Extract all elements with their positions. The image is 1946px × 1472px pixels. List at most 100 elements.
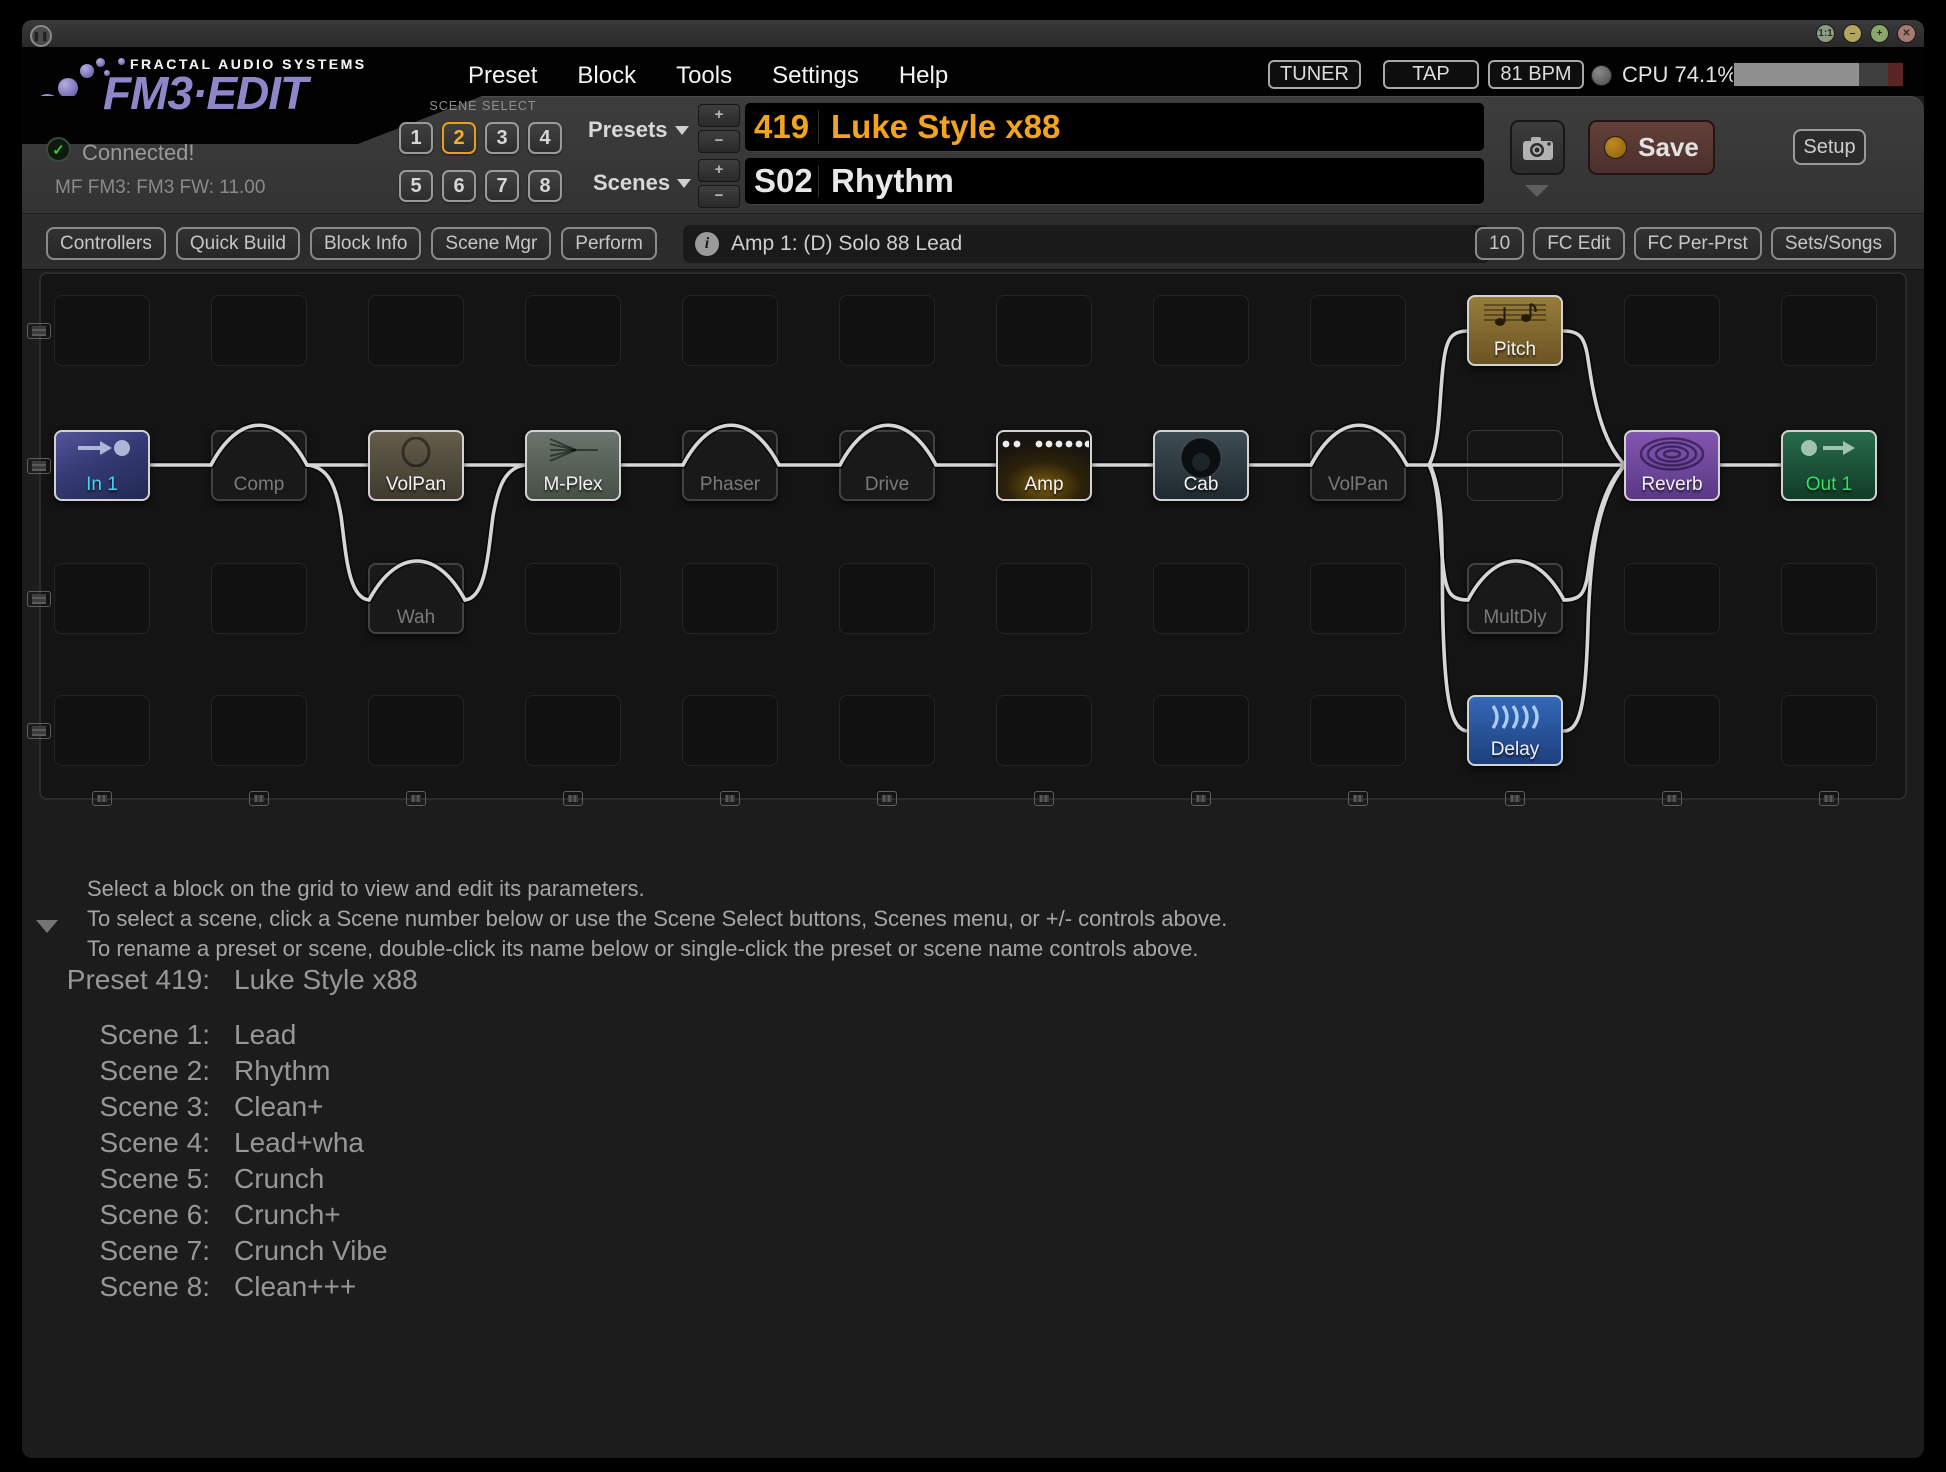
preset-overview-label: Preset 419: bbox=[55, 964, 210, 996]
block-amp[interactable]: Amp bbox=[996, 430, 1092, 501]
scene-select-button-2[interactable]: 2 bbox=[442, 122, 476, 154]
block-reverb[interactable]: Reverb bbox=[1624, 430, 1720, 501]
scene-list-label: Scene 7: bbox=[55, 1235, 210, 1267]
tap-button[interactable]: TAP bbox=[1383, 60, 1479, 89]
menu-help[interactable]: Help bbox=[899, 62, 948, 90]
scene-increment-button[interactable]: + bbox=[698, 159, 740, 182]
toolbar-button-fc-per-prst[interactable]: FC Per-Prst bbox=[1634, 227, 1762, 260]
menu-tools[interactable]: Tools bbox=[676, 62, 732, 90]
block-m-plex[interactable]: M-Plex bbox=[525, 430, 621, 501]
snapshot-dropdown-icon[interactable] bbox=[1525, 185, 1549, 197]
scene-list-label: Scene 1: bbox=[55, 1019, 210, 1051]
scene-select-button-3[interactable]: 3 bbox=[485, 122, 519, 154]
scene-list-row: Scene 3:Clean+ bbox=[55, 1089, 418, 1125]
toolbar-button-scene-mgr[interactable]: Scene Mgr bbox=[431, 227, 551, 260]
toolbar-button-block-info[interactable]: Block Info bbox=[310, 227, 421, 260]
block-in-1[interactable]: In 1 bbox=[54, 430, 150, 501]
scene-select-button-7[interactable]: 7 bbox=[485, 170, 519, 202]
scene-select-label: SCENE SELECT bbox=[399, 99, 567, 113]
music-notes-icon bbox=[1469, 302, 1561, 330]
preset-name[interactable]: Luke Style x88 bbox=[819, 108, 1060, 146]
chevron-down-icon bbox=[677, 179, 691, 188]
preset-decrement-button[interactable]: − bbox=[698, 130, 740, 153]
toolbar-button-perform[interactable]: Perform bbox=[561, 227, 657, 260]
logo-dot bbox=[118, 58, 125, 65]
preset-overview: Preset 419: Luke Style x88 Scene 1:LeadS… bbox=[55, 962, 418, 1305]
block-out-1[interactable]: Out 1 bbox=[1781, 430, 1877, 501]
tuner-button[interactable]: TUNER bbox=[1268, 60, 1361, 89]
scene-list-name[interactable]: Clean+ bbox=[234, 1091, 324, 1123]
block-volpan[interactable]: VolPan bbox=[368, 430, 464, 501]
block-label: M-Plex bbox=[527, 474, 619, 496]
scene-select-button-5[interactable]: 5 bbox=[399, 170, 433, 202]
bpm-display[interactable]: 81 BPM bbox=[1488, 60, 1584, 89]
block-label: Pitch bbox=[1469, 339, 1561, 361]
scene-list-row: Scene 7: Crunch Vibe bbox=[55, 1233, 418, 1269]
save-button[interactable]: Save bbox=[1588, 120, 1715, 175]
toolbar-button-controllers[interactable]: Controllers bbox=[46, 227, 166, 260]
toolbar-button-10[interactable]: 10 bbox=[1475, 227, 1524, 260]
preset-number[interactable]: 419 bbox=[745, 108, 818, 146]
menu-bar: Preset Block Tools Settings Help bbox=[468, 62, 948, 90]
minimize-button[interactable]: – bbox=[1843, 24, 1862, 43]
input-arrow-icon bbox=[56, 437, 148, 463]
scene-list-name[interactable]: Lead+wha bbox=[234, 1127, 364, 1159]
setup-button[interactable]: Setup bbox=[1793, 129, 1866, 165]
camera-icon bbox=[1522, 135, 1554, 161]
menu-preset[interactable]: Preset bbox=[468, 62, 537, 90]
collapse-panel-icon[interactable] bbox=[36, 920, 58, 933]
scene-decrement-button[interactable]: − bbox=[698, 185, 740, 208]
scene-select-button-4[interactable]: 4 bbox=[528, 122, 562, 154]
help-line: To rename a preset or scene, double-clic… bbox=[87, 934, 1227, 964]
menu-settings[interactable]: Settings bbox=[772, 62, 859, 90]
scene-list-label: Scene 6: bbox=[55, 1199, 210, 1231]
toolbar-button-sets-songs[interactable]: Sets/Songs bbox=[1771, 227, 1896, 260]
block-label: VolPan bbox=[370, 474, 462, 496]
scene-list-name[interactable]: Lead bbox=[234, 1019, 296, 1051]
scene-stepper: + − bbox=[698, 159, 740, 208]
presets-dropdown[interactable]: Presets bbox=[588, 117, 689, 143]
scenes-dropdown[interactable]: Scenes bbox=[593, 170, 691, 196]
scene-number[interactable]: S02 bbox=[745, 162, 818, 200]
toolbar-right: 10 FC Edit FC Per-Prst Sets/Songs bbox=[1475, 227, 1896, 260]
edited-block-info: i Amp 1: (D) Solo 88 Lead bbox=[683, 225, 1490, 263]
titlebar[interactable] bbox=[22, 20, 1924, 48]
preset-overview-name[interactable]: Luke Style x88 bbox=[234, 964, 418, 996]
scene-select-button-8[interactable]: 8 bbox=[528, 170, 562, 202]
scene-list: Scene 1: LeadScene 2:RhythmScene 3:Clean+… bbox=[55, 1017, 418, 1305]
scene-list-label: Scene 4: bbox=[55, 1127, 210, 1159]
scene-select-button-6[interactable]: 6 bbox=[442, 170, 476, 202]
scene-select-button-1[interactable]: 1 bbox=[399, 122, 433, 154]
preset-display[interactable]: 419 Luke Style x88 bbox=[745, 103, 1484, 151]
pause-icon[interactable]: ❚❚ bbox=[30, 25, 52, 47]
menu-block[interactable]: Block bbox=[577, 62, 636, 90]
scene-list-label: Scene 8: bbox=[55, 1271, 210, 1303]
block-delay[interactable]: Delay bbox=[1467, 695, 1563, 766]
firmware-label: MF FM3: FM3 FW: 11.00 bbox=[55, 177, 265, 199]
toolbar-button-quick-build[interactable]: Quick Build bbox=[176, 227, 300, 260]
help-text: Select a block on the grid to view and e… bbox=[87, 874, 1227, 964]
block-label: Reverb bbox=[1626, 474, 1718, 496]
scene-list-row: Scene 6: Crunch+ bbox=[55, 1197, 418, 1233]
scene-list-name[interactable]: Crunch bbox=[234, 1163, 324, 1195]
tempo-led bbox=[1591, 65, 1612, 86]
scene-list-name[interactable]: Crunch+ bbox=[234, 1199, 341, 1231]
scene-list-row: Scene 2:Rhythm bbox=[55, 1053, 418, 1089]
scene-list-name[interactable]: Clean+++ bbox=[234, 1271, 356, 1303]
toolbar-button-fc-edit[interactable]: FC Edit bbox=[1533, 227, 1624, 260]
block-pitch[interactable]: Pitch bbox=[1467, 295, 1563, 366]
preset-increment-button[interactable]: + bbox=[698, 104, 740, 127]
delay-waves-icon bbox=[1469, 702, 1561, 732]
scene-list-name[interactable]: Crunch Vibe bbox=[234, 1235, 388, 1267]
scene-name[interactable]: Rhythm bbox=[819, 162, 954, 200]
block-label: In 1 bbox=[56, 474, 148, 496]
actual-size-button[interactable]: 1:1 bbox=[1816, 24, 1835, 43]
maximize-button[interactable]: + bbox=[1870, 24, 1889, 43]
block-cab[interactable]: Cab bbox=[1153, 430, 1249, 501]
scene-list-name[interactable]: Rhythm bbox=[234, 1055, 330, 1087]
scene-display[interactable]: S02 Rhythm bbox=[745, 158, 1484, 204]
edited-block-label: Amp 1: (D) Solo 88 Lead bbox=[731, 232, 962, 256]
snapshot-button[interactable] bbox=[1510, 120, 1565, 175]
close-button[interactable]: ✕ bbox=[1897, 24, 1916, 43]
chevron-down-icon bbox=[675, 126, 689, 135]
